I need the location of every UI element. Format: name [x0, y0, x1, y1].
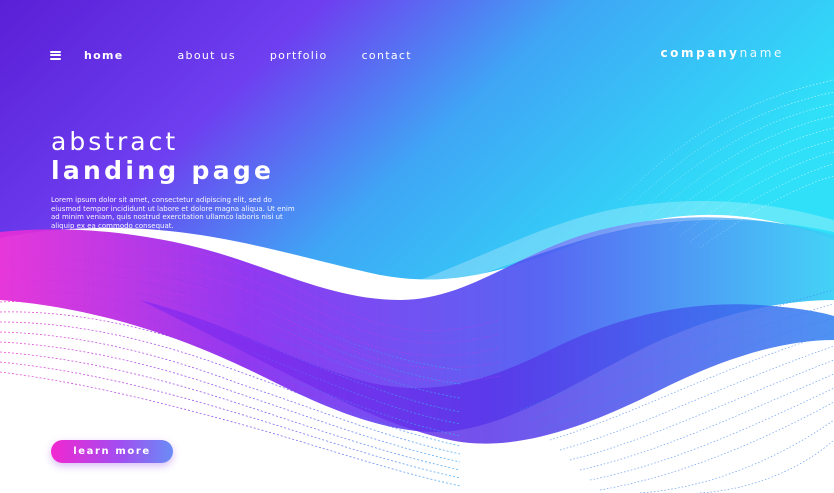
nav-link-about-us[interactable]: about us [178, 49, 236, 62]
top-navigation: home about us portfolio contact companyn… [50, 46, 784, 64]
hero-title-line2: landing page [51, 156, 275, 185]
brand-name-light: name [739, 46, 784, 60]
hamburger-menu-icon[interactable] [50, 50, 61, 60]
nav-link-home[interactable]: home [84, 49, 124, 62]
background-art [0, 0, 834, 493]
brand-name-bold: company [660, 46, 740, 60]
menu-icon-bar [50, 54, 61, 56]
landing-page: home about us portfolio contact companyn… [0, 0, 834, 493]
hero-title-line1: abstract [51, 127, 179, 156]
hero-section: abstract landing page Lorem ipsum dolor … [51, 128, 311, 237]
brand-logo[interactable]: companyname [660, 46, 784, 60]
nav-link-portfolio[interactable]: portfolio [270, 49, 328, 62]
learn-more-button[interactable]: learn more [51, 440, 173, 463]
menu-icon-bar [50, 50, 61, 53]
hero-body-text: Lorem ipsum dolor sit amet, consectetur … [51, 196, 295, 230]
nav-link-contact[interactable]: contact [362, 49, 412, 62]
menu-icon-bar [50, 57, 61, 60]
